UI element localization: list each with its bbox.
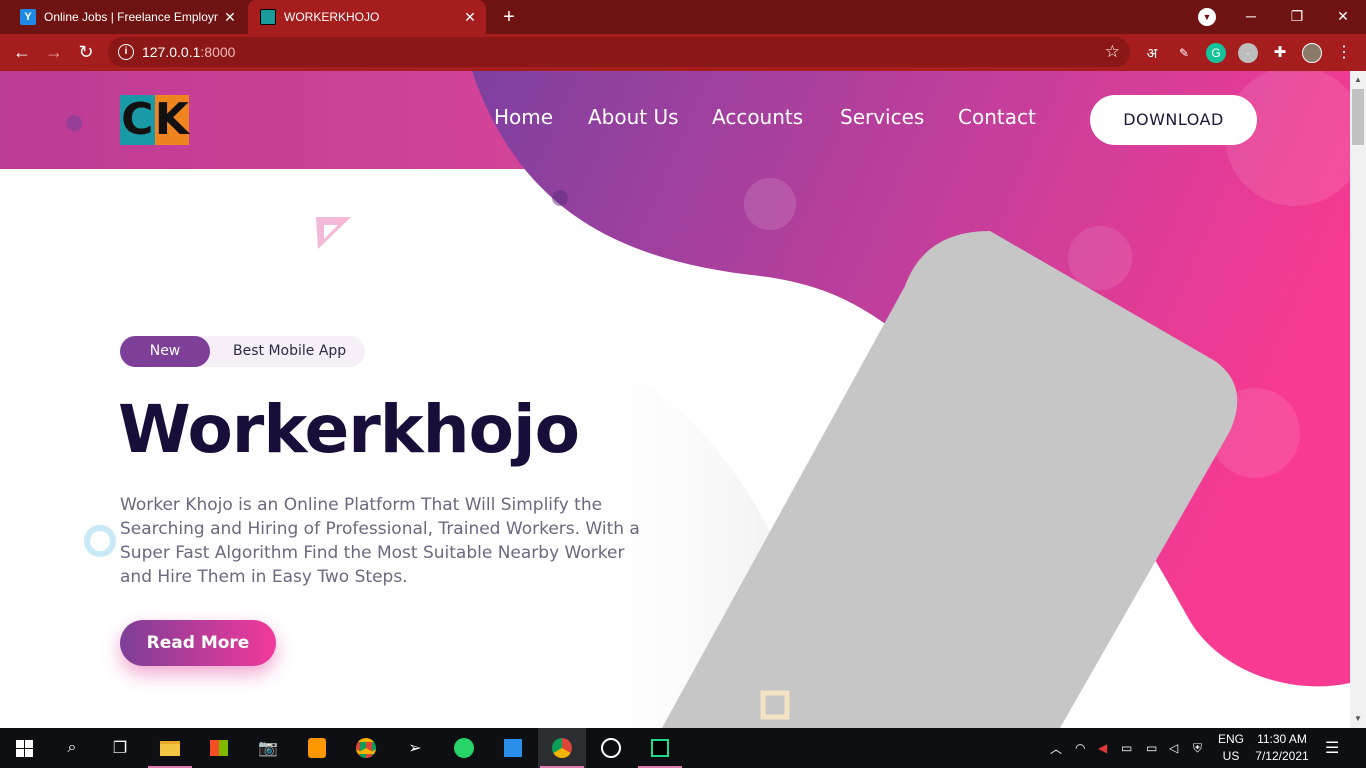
task-view-icon[interactable]: ❐ xyxy=(96,728,144,768)
pen-extension-icon[interactable]: ✎ xyxy=(1174,43,1194,63)
forward-button[interactable]: → xyxy=(41,40,67,66)
logo-c: C xyxy=(120,94,155,145)
security-icon[interactable]: ⛨ xyxy=(1193,728,1202,768)
extension-icon[interactable]: · xyxy=(1238,43,1258,63)
tab-online-jobs[interactable]: Y Online Jobs | Freelance Employm ✕ xyxy=(8,0,246,34)
site-info-icon[interactable]: i xyxy=(118,44,134,60)
clock-time: 11:30 AM xyxy=(1257,732,1307,746)
camera-icon[interactable]: 📷 xyxy=(244,728,292,768)
hero-title: Workerkhojo xyxy=(118,391,580,468)
tab-workerkhojo[interactable]: WORKERKHOJO ✕ xyxy=(248,0,486,34)
grammarly-extension-icon[interactable]: G xyxy=(1206,43,1226,63)
start-windows-icon[interactable] xyxy=(0,728,48,768)
webpage: C K Home About Us Accounts Services Cont… xyxy=(0,71,1350,728)
scroll-down-icon[interactable]: ▼ xyxy=(1350,714,1366,723)
new-tab-button[interactable]: + xyxy=(496,4,522,30)
sublime-text-icon[interactable] xyxy=(293,728,341,768)
menu-dots-icon[interactable]: ⋮ xyxy=(1334,43,1354,63)
tab-title: WORKERKHOJO xyxy=(284,10,380,24)
pycharm-icon[interactable] xyxy=(636,728,684,768)
clock-date: 7/12/2021 xyxy=(1255,749,1309,763)
chrome-icon[interactable] xyxy=(342,728,390,768)
url-port: :8000 xyxy=(200,44,236,60)
read-more-button[interactable]: Read More xyxy=(120,620,276,666)
chrome-active-icon[interactable] xyxy=(538,728,586,768)
notifications-icon[interactable]: ☰ xyxy=(1325,728,1339,768)
site-logo[interactable]: C K xyxy=(120,95,189,145)
tab-favicon xyxy=(260,9,276,25)
tab-search-icon[interactable]: ▼ xyxy=(1198,8,1216,26)
lang-code: ENG xyxy=(1217,732,1244,746)
window-close-button[interactable]: ✕ xyxy=(1320,0,1366,34)
logo-k: K xyxy=(154,94,189,145)
tray-chevron-icon[interactable]: ︿ xyxy=(1050,728,1062,768)
lang-region: US xyxy=(1222,749,1240,763)
puzzle-extensions-icon[interactable]: ✚ xyxy=(1270,43,1290,63)
store-icon[interactable] xyxy=(195,728,243,768)
language-indicator[interactable]: ENG US xyxy=(1215,731,1247,765)
close-icon[interactable]: ✕ xyxy=(218,9,242,26)
close-icon[interactable]: ✕ xyxy=(458,9,482,26)
hindi-input-extension-icon[interactable]: अ xyxy=(1142,43,1162,63)
windows-taskbar: ⌕ ❐ 📷 ➢ ︿ ◠ ◀ ▭ ▭ ◁ ⛨ ENG US 11:30 AM 7/… xyxy=(0,728,1366,768)
nav-home[interactable]: Home xyxy=(494,105,553,129)
address-bar[interactable]: i 127.0.0.1:8000 ☆ xyxy=(108,37,1130,67)
windows-app-icon[interactable] xyxy=(489,728,537,768)
whatsapp-icon[interactable] xyxy=(440,728,488,768)
hero-description: Worker Khojo is an Online Platform That … xyxy=(120,495,640,587)
browser-tab-bar: Y Online Jobs | Freelance Employm ✕ WORK… xyxy=(0,0,1366,34)
minimize-button[interactable]: ─ xyxy=(1228,0,1274,34)
page-scrollbar[interactable]: ▲ ▼ xyxy=(1350,71,1366,728)
profile-avatar[interactable] xyxy=(1302,43,1322,63)
media-app-icon[interactable]: ➢ xyxy=(391,728,439,768)
battery-icon[interactable]: ▭ xyxy=(1146,728,1157,768)
badge-text: Best Mobile App xyxy=(233,343,347,359)
restore-button[interactable]: ❐ xyxy=(1274,0,1320,34)
system-clock[interactable]: 11:30 AM 7/12/2021 xyxy=(1252,731,1312,765)
nav-accounts[interactable]: Accounts xyxy=(712,105,803,129)
bookmark-star-icon[interactable]: ☆ xyxy=(1105,42,1120,62)
back-button[interactable]: ← xyxy=(9,40,35,66)
reload-button[interactable]: ↻ xyxy=(73,40,99,66)
file-explorer-icon[interactable] xyxy=(146,728,194,768)
search-icon[interactable]: ⌕ xyxy=(48,728,96,768)
volume-muted-icon[interactable]: ◀ xyxy=(1098,728,1107,768)
scroll-up-icon[interactable]: ▲ xyxy=(1350,75,1366,84)
tab-title: Online Jobs | Freelance Employm xyxy=(44,10,218,24)
tab-favicon: Y xyxy=(20,9,36,25)
url-host: 127.0.0.1 xyxy=(142,44,201,60)
network-icon[interactable]: ▭ xyxy=(1121,728,1132,768)
wifi-icon[interactable]: ◠ xyxy=(1075,728,1085,768)
scrollbar-thumb[interactable] xyxy=(1352,89,1364,145)
download-button[interactable]: DOWNLOAD xyxy=(1090,95,1257,145)
obs-icon[interactable] xyxy=(587,728,635,768)
badge-pill: New Best Mobile App xyxy=(120,336,365,367)
new-badge: New xyxy=(120,336,210,367)
nav-services[interactable]: Services xyxy=(840,105,924,129)
nav-about-us[interactable]: About Us xyxy=(588,105,679,129)
nav-contact[interactable]: Contact xyxy=(958,105,1036,129)
speaker-icon[interactable]: ◁ xyxy=(1169,728,1178,768)
